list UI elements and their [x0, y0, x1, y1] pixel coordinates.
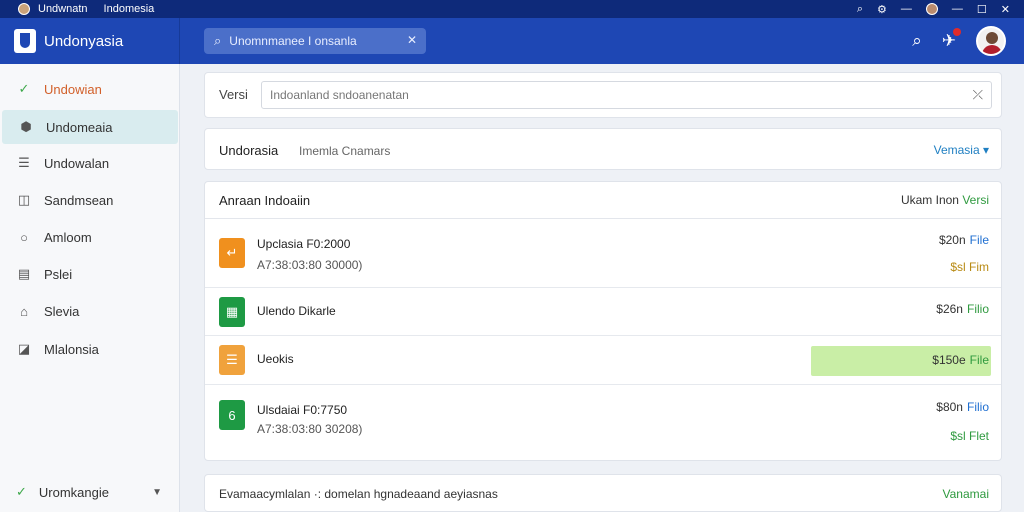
- minimize-button[interactable]: —: [952, 3, 963, 15]
- item-subtitle: A7:38:03:80 30000): [257, 258, 363, 272]
- list-item[interactable]: ↵ Upclasia F0:2000 A7:38:03:80 30000) $2…: [205, 220, 1001, 288]
- building-icon: ⌂: [20, 303, 28, 319]
- chart-icon: ▤: [17, 266, 31, 281]
- sidebar-item-5[interactable]: ▤ Pslei: [0, 257, 180, 291]
- item-title: Ueokis: [257, 352, 294, 366]
- sidebar-item-6[interactable]: ⌂ Slevia: [0, 294, 180, 328]
- selector-name: Undorasia: [219, 143, 279, 158]
- notifications-button[interactable]: ✈: [942, 28, 961, 51]
- bookmark-icon: ◪: [17, 341, 31, 356]
- sidebar-item-label: Pslei: [44, 266, 73, 282]
- brand-name: Undonyasia: [44, 32, 124, 50]
- list-header: Anraan Indoaiin Ukam Inon Versi: [205, 182, 1001, 219]
- sidebar-item-4[interactable]: ○ Amloom: [0, 220, 180, 254]
- sidebar-item-3[interactable]: ◫ Sandmsean: [0, 183, 180, 217]
- settings-icon[interactable]: ⚙: [877, 3, 887, 16]
- footer-bar: Evamaacymlalan ·: domelan hgnadeaand aey…: [204, 474, 1002, 512]
- circle-icon: ○: [20, 229, 28, 245]
- brand[interactable]: Undonyasia: [0, 18, 180, 64]
- list-column-labels: Ukam Inon Versi: [901, 193, 989, 207]
- version-dropdown[interactable]: Vemasia ▾: [934, 143, 989, 157]
- filter-card: Versi Indoanland sndoanenatan ⤫: [204, 72, 1002, 118]
- sidebar-footer-label: Uromkangie: [38, 484, 109, 500]
- brand-logo-icon: [14, 29, 36, 53]
- list-title: Anraan Indoaiin: [219, 193, 311, 208]
- search-icon[interactable]: ⌕: [857, 3, 863, 16]
- search-input[interactable]: Unomnmanee I onsanla: [229, 34, 356, 48]
- item-price: $26n Filio: [936, 302, 989, 316]
- sidebar-item-7[interactable]: ◪ Mlalonsia: [0, 332, 180, 366]
- item-price: $150e File: [932, 353, 989, 367]
- close-button[interactable]: ✕: [1001, 3, 1010, 16]
- search-icon: ⌕: [214, 33, 222, 48]
- clear-filter-icon[interactable]: ⤫: [973, 87, 983, 103]
- maximize-button[interactable]: ☐: [977, 3, 987, 16]
- sidebar-item-label: Mlalonsia: [44, 341, 99, 357]
- search-box[interactable]: ⌕ Unomnmanee I onsanla ✕: [204, 28, 426, 54]
- search-button-icon[interactable]: ⌕: [912, 31, 922, 51]
- spreadsheet-icon: ▦: [219, 297, 245, 327]
- list-item[interactable]: ☰ Ueokis $150e File: [205, 337, 1001, 385]
- sidebar-item-0[interactable]: ✓ Undowian: [0, 72, 180, 106]
- app-icon: 6: [219, 400, 245, 430]
- item-price: $80n Filio: [936, 400, 989, 414]
- app-header: Undonyasia ⌕ Unomnmanee I onsanla ✕ ⌕ ✈: [0, 18, 1024, 64]
- list-item[interactable]: 6 Ulsdaiai F0:7750 A7:38:03:80 30208) $8…: [205, 386, 1001, 460]
- window-titlebar: Undwnatn Indomesia ⌕ ⚙ — — ☐ ✕: [0, 0, 1024, 18]
- column-accent[interactable]: Versi: [962, 193, 989, 207]
- clear-search-icon[interactable]: ✕: [407, 33, 417, 47]
- window-subtitle: Indomesia: [103, 3, 155, 15]
- check-circle-icon: ✓: [18, 81, 30, 96]
- item-extra: $sl Flet: [950, 429, 989, 443]
- items-list-card: Anraan Indoaiin Ukam Inon Versi ↵ Upclas…: [204, 181, 1002, 461]
- chevron-down-icon: ▼: [152, 486, 162, 498]
- list-item[interactable]: ▦ Ulendo Dikarle $26n Filio: [205, 289, 1001, 336]
- user-avatar-small[interactable]: [925, 3, 938, 15]
- package-icon: ⬢: [20, 119, 32, 134]
- item-title: Upclasia F0:2000: [257, 237, 351, 251]
- app-logo-icon: [18, 3, 30, 15]
- item-title: Ulsdaiai F0:7750: [257, 403, 348, 417]
- item-title: Ulendo Dikarle: [257, 304, 336, 318]
- sidebar-footer-dropdown[interactable]: ✓ Uromkangie ▼: [0, 478, 180, 506]
- sidebar-item-2[interactable]: ☰ Undowalan: [0, 146, 180, 180]
- tag-icon: ◫: [17, 192, 31, 207]
- footer-action-link[interactable]: Vanamai: [943, 487, 989, 501]
- column-label: Ukam Inon: [900, 193, 959, 207]
- sidebar-item-label: Undowalan: [44, 155, 110, 171]
- sidebar-item-label: Amloom: [44, 229, 92, 245]
- sidebar-item-label: Sandmsean: [44, 192, 114, 208]
- sidebar-item-label: Undowian: [44, 81, 102, 97]
- check-circle-icon: ✓: [16, 484, 27, 499]
- list-icon: ☰: [18, 155, 30, 170]
- item-subtitle: A7:38:03:80 30208): [257, 422, 363, 436]
- item-price: $20n File: [938, 233, 989, 247]
- filter-label: Versi: [219, 87, 248, 102]
- user-avatar[interactable]: [976, 26, 1006, 56]
- sidebar-item-label: Undomeaia: [46, 119, 113, 135]
- filter-input[interactable]: Indoanland sndoanenatan: [261, 81, 992, 109]
- window-title: Undwnatn: [38, 3, 88, 15]
- sidebar-item-label: Slevia: [44, 303, 80, 319]
- notification-badge: [953, 28, 961, 36]
- item-extra: $sl Fim: [950, 260, 989, 274]
- sidebar-item-1[interactable]: ⬢ Undomeaia: [2, 110, 178, 144]
- document-icon: ☰: [219, 345, 245, 375]
- minimize-icon[interactable]: —: [901, 3, 912, 15]
- selector-card: Undorasia Imemla Cnamars Vemasia ▾: [204, 128, 1002, 170]
- sidebar: ✓ Undowian ⬢ Undomeaia ☰ Undowalan ◫ San…: [0, 64, 180, 512]
- folder-icon: ↵: [219, 238, 245, 268]
- footer-text: Evamaacymlalan ·: domelan hgnadeaand aey…: [219, 487, 498, 501]
- selector-description: Imemla Cnamars: [299, 144, 391, 158]
